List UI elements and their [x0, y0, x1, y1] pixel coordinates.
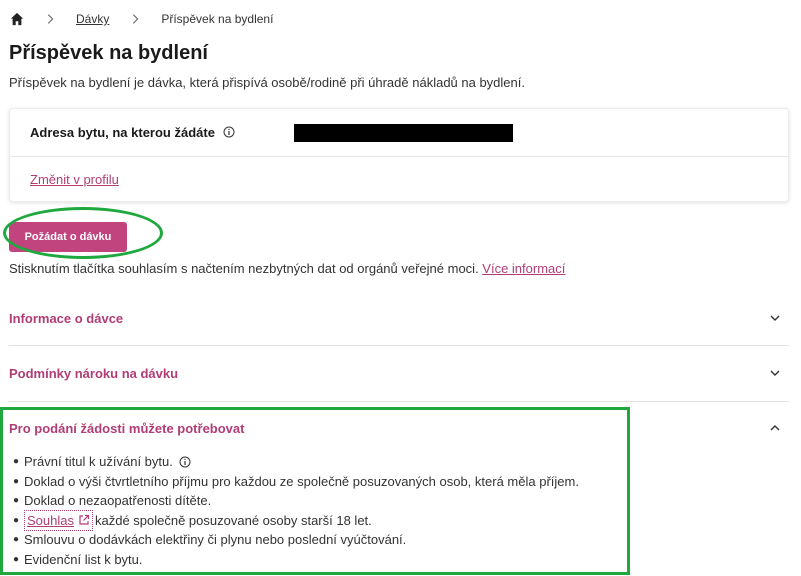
breadcrumb: Dávky Příspěvek na bydlení: [10, 12, 273, 26]
accordion-title: Informace o dávce: [9, 310, 124, 326]
address-label-text: Adresa bytu, na kterou žádáte: [30, 125, 215, 140]
info-icon[interactable]: [223, 126, 235, 138]
accordion-header[interactable]: Informace o dávce: [9, 291, 789, 345]
address-card: Adresa bytu, na kterou žádáte Změnit v p…: [9, 108, 789, 202]
page-description: Příspěvek na bydlení je dávka, která při…: [9, 75, 525, 90]
accordion-eligibility[interactable]: Podmínky nároku na dávku: [9, 346, 789, 400]
highlight-box: [0, 407, 630, 575]
consent-text: Stisknutím tlačítka souhlasím s načtením…: [9, 261, 565, 276]
chevron-right-icon: [133, 14, 139, 24]
highlight-ellipse: [3, 207, 163, 259]
accordion-benefit-info[interactable]: Informace o dávce: [9, 291, 789, 345]
page-title: Příspěvek na bydlení: [9, 42, 208, 64]
chevron-down-icon: [770, 315, 780, 321]
chevron-right-icon: [47, 14, 54, 24]
address-row: Adresa bytu, na kterou žádáte: [10, 109, 788, 157]
address-value-redacted: [294, 124, 513, 142]
chevron-up-icon: [770, 425, 780, 431]
change-in-profile-link[interactable]: Změnit v profilu: [30, 172, 119, 187]
chevron-down-icon: [770, 370, 780, 376]
more-info-link[interactable]: Více informací: [482, 261, 565, 276]
home-icon[interactable]: [10, 12, 24, 26]
breadcrumb-current: Příspěvek na bydlení: [161, 12, 274, 26]
consent-text-body: Stisknutím tlačítka souhlasím s načtením…: [9, 261, 483, 276]
accordion-title: Podmínky nároku na dávku: [9, 365, 179, 381]
address-label: Adresa bytu, na kterou žádáte: [30, 125, 235, 140]
accordion-header[interactable]: Podmínky nároku na dávku: [9, 346, 789, 400]
breadcrumb-link-davky[interactable]: Dávky: [76, 12, 109, 26]
